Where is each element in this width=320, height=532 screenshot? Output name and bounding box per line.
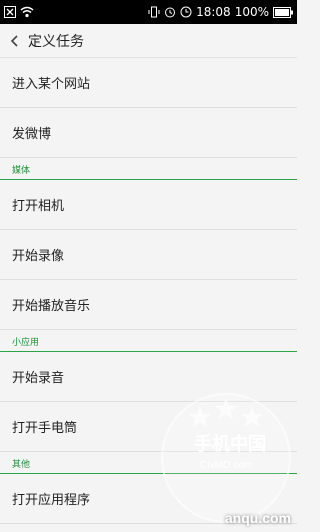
- list-item-play-music[interactable]: 开始播放音乐: [0, 280, 297, 330]
- section-label: 小应用: [12, 338, 40, 348]
- section-label: 其他: [12, 460, 31, 470]
- status-bar: 18:08 100%: [0, 0, 297, 24]
- list-item-post-weibo[interactable]: 发微博: [0, 108, 297, 158]
- list-item-flashlight[interactable]: 打开手电筒: [0, 402, 297, 452]
- list-item-label: 开始播放音乐: [12, 299, 91, 314]
- list-item-open-app[interactable]: 打开应用程序: [0, 474, 297, 524]
- list-item-open-camera[interactable]: 打开相机: [0, 180, 297, 230]
- list-item-label: 开始录音: [12, 371, 65, 386]
- clock-time: 18:08: [196, 5, 231, 19]
- battery-percent: 100%: [234, 5, 269, 19]
- battery-icon: [273, 5, 293, 19]
- list-item-start-recording[interactable]: 开始录音: [0, 352, 297, 402]
- list-item-label: 打开应用程序: [12, 493, 91, 508]
- section-label: 媒体: [12, 166, 31, 176]
- section-header-media: 媒体: [0, 158, 297, 180]
- list-item-label: 打开手电筒: [12, 421, 78, 436]
- clock-icon: [180, 5, 192, 19]
- wifi-icon: [20, 5, 34, 19]
- list-item-visit-website[interactable]: 进入某个网站: [0, 58, 297, 108]
- close-box-icon: [4, 5, 16, 19]
- app-bar: 定义任务: [0, 24, 297, 58]
- alarm-icon: [164, 5, 176, 19]
- list-item-label: 打开相机: [12, 199, 65, 214]
- back-arrow-icon[interactable]: [8, 34, 22, 48]
- status-bar-right: 18:08 100%: [148, 5, 293, 19]
- section-header-apps: 小应用: [0, 330, 297, 352]
- list-item-label: 进入某个网站: [12, 77, 91, 92]
- list-item-label: 发微博: [12, 127, 52, 142]
- vibrate-icon: [148, 5, 160, 19]
- page-title: 定义任务: [28, 33, 84, 50]
- task-list: 进入某个网站 发微博 媒体 打开相机 开始录像 开始播放音乐 小应用 开始录音 …: [0, 58, 297, 528]
- section-header-other: 其他: [0, 452, 297, 474]
- list-item-start-video[interactable]: 开始录像: [0, 230, 297, 280]
- list-item-label: 开始录像: [12, 249, 65, 264]
- status-bar-left: [4, 5, 34, 19]
